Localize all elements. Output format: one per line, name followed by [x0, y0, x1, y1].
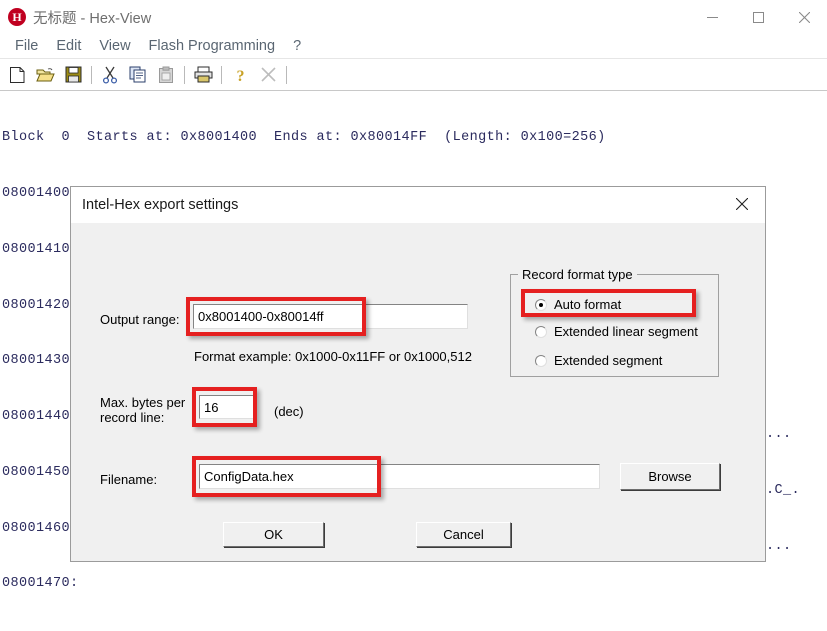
hex-row-address: 08001430: — [2, 353, 79, 369]
hex-row-address: 08001410: — [2, 241, 79, 257]
filename-input[interactable]: ConfigData.hex — [199, 464, 600, 489]
hex-row-address: 08001450: — [2, 464, 79, 480]
close-x-icon — [254, 62, 282, 88]
hex-ascii-fragment — [766, 259, 827, 278]
hex-ascii-fragment: ... — [766, 538, 792, 554]
print-icon[interactable] — [189, 62, 217, 88]
close-icon[interactable] — [781, 0, 827, 34]
toolbar-separator — [184, 65, 185, 84]
dialog-close-icon[interactable] — [719, 187, 765, 221]
hex-ascii-fragment — [766, 147, 827, 166]
auto-format-radio[interactable]: Auto format — [535, 297, 621, 312]
output-range-label: Output range: — [100, 312, 180, 327]
hex-row: 08001470: — [2, 575, 827, 594]
radio-indicator-selected — [535, 298, 547, 311]
hex-row-address: 08001470: — [2, 576, 79, 592]
intel-hex-export-settings-dialog: Intel-Hex export settings Output range: … — [70, 186, 766, 562]
format-example-hint: Format example: 0x1000-0x11FF or 0x1000,… — [194, 349, 472, 364]
paste-icon — [152, 62, 180, 88]
new-file-icon[interactable] — [3, 62, 31, 88]
hex-row-address: 08001440: — [2, 409, 79, 425]
max-bytes-unit: (dec) — [274, 404, 304, 419]
toolbar: ? — [0, 58, 827, 91]
hex-view-window: H 无标题 - Hex-View File Edit View Flash Pr… — [0, 0, 827, 631]
minimize-icon[interactable] — [689, 0, 735, 34]
cut-scissors-icon[interactable] — [96, 62, 124, 88]
help-question-icon[interactable]: ? — [226, 62, 254, 88]
max-bytes-label: Max. bytes per record line: — [100, 395, 186, 425]
hex-ascii-fragment — [766, 203, 827, 222]
toolbar-separator — [91, 65, 92, 84]
svg-text:?: ? — [236, 68, 244, 84]
open-folder-icon[interactable] — [31, 62, 59, 88]
dialog-title: Intel-Hex export settings — [82, 197, 239, 213]
radio-indicator — [535, 354, 547, 367]
maximize-icon[interactable] — [735, 0, 781, 34]
dialog-body: Output range: 0x8001400-0x80014ff Format… — [71, 223, 765, 561]
window-title-bar: H 无标题 - Hex-View — [0, 0, 827, 34]
copy-icon[interactable] — [124, 62, 152, 88]
menu-item-view[interactable]: View — [90, 38, 139, 54]
max-bytes-input[interactable]: 16 — [199, 395, 257, 419]
record-format-legend: Record format type — [518, 267, 637, 282]
menu-bar: File Edit View Flash Programming ? — [0, 34, 827, 58]
hex-row-address: 08001420: — [2, 297, 79, 313]
hex-row-address: 08001460: — [2, 520, 79, 536]
auto-format-label: Auto format — [554, 297, 622, 312]
extended-segment-label: Extended segment — [554, 353, 663, 368]
output-range-input[interactable]: 0x8001400-0x80014ff — [193, 304, 468, 329]
toolbar-separator — [221, 65, 222, 84]
browse-button[interactable]: Browse — [620, 463, 720, 490]
extended-segment-radio[interactable]: Extended segment — [535, 353, 662, 368]
toolbar-separator — [286, 65, 287, 84]
menu-item-help[interactable]: ? — [284, 38, 310, 54]
dialog-title-bar: Intel-Hex export settings — [71, 187, 765, 223]
cancel-button[interactable]: Cancel — [416, 522, 511, 547]
hex-ascii-fragment: .C_. — [766, 482, 801, 498]
hex-ascii-column: ... .C_. ... ... .?w .R. {.\. ⎕.. ~.- .s… — [766, 110, 827, 560]
extended-linear-segment-radio[interactable]: Extended linear segment — [535, 324, 698, 339]
hex-block-header: Block 0 Starts at: 0x8001400 Ends at: 0x… — [2, 130, 606, 146]
menu-item-file[interactable]: File — [6, 38, 47, 54]
filename-label: Filename: — [100, 472, 158, 487]
hex-row-address: 08001400: — [2, 185, 79, 201]
hex-ascii-fragment — [766, 370, 827, 389]
app-logo-icon: H — [8, 8, 26, 26]
hex-ascii-fragment — [766, 315, 827, 334]
hex-ascii-fragment: ... — [766, 427, 792, 443]
ok-button[interactable]: OK — [223, 522, 324, 547]
menu-item-flash-programming[interactable]: Flash Programming — [140, 38, 285, 54]
extended-linear-segment-label: Extended linear segment — [554, 324, 698, 339]
window-controls — [689, 0, 827, 34]
save-disk-icon[interactable] — [59, 62, 87, 88]
radio-indicator — [535, 325, 547, 338]
window-title: 无标题 - Hex-View — [33, 10, 152, 27]
menu-item-edit[interactable]: Edit — [47, 38, 90, 54]
